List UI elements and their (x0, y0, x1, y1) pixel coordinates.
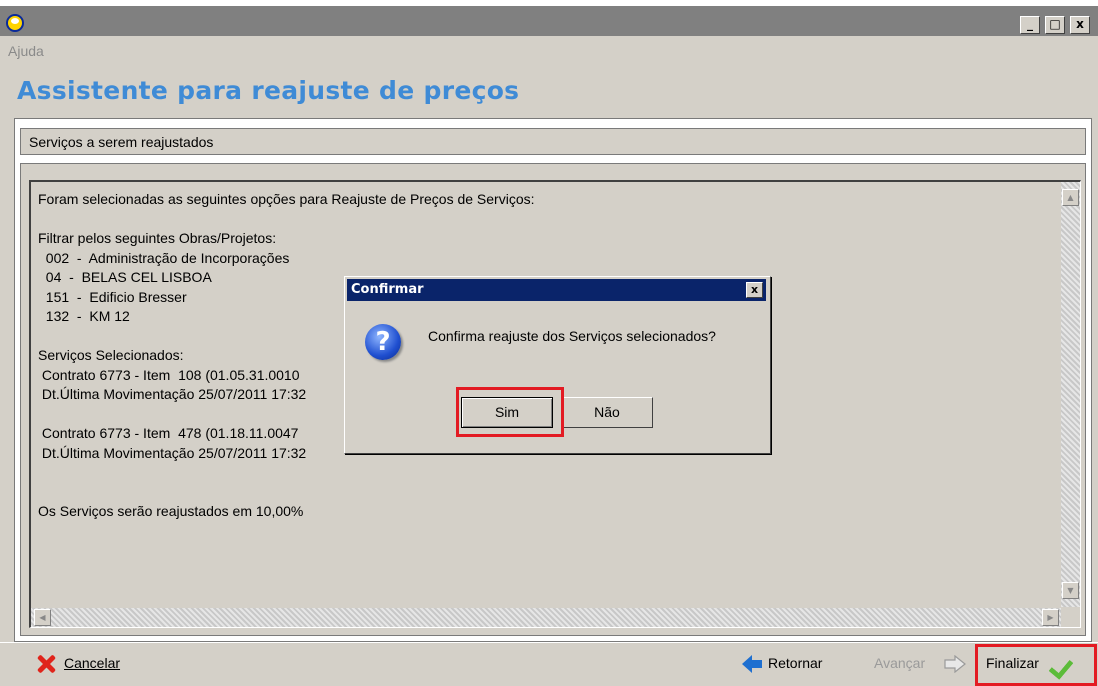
back-button[interactable]: Retornar (768, 655, 822, 671)
question-icon: ? (365, 324, 401, 360)
dialog-message: Confirma reajuste dos Serviços seleciona… (428, 328, 716, 344)
scroll-left-arrow-icon[interactable]: ◀ (34, 609, 51, 626)
footer-bar: Cancelar Retornar Avançar Finalizar (0, 642, 1098, 686)
maximize-button[interactable]: □ (1045, 16, 1065, 34)
close-button[interactable]: x (1070, 16, 1090, 34)
section-header-label: Serviços a serem reajustados (29, 134, 214, 150)
next-arrow-icon (944, 655, 966, 673)
summary-line (38, 483, 535, 503)
horizontal-scrollbar[interactable]: ◀ ▶ (31, 608, 1061, 627)
app-icon[interactable] (6, 14, 24, 32)
summary-line (38, 210, 535, 230)
finish-highlight (975, 644, 1097, 686)
summary-line: Filtrar pelos seguintes Obras/Projetos: (38, 230, 277, 246)
cancel-x-icon[interactable] (36, 653, 56, 673)
title-bar[interactable]: _ □ x (0, 6, 1098, 36)
back-arrow-icon[interactable] (742, 655, 762, 673)
summary-line: Foram selecionadas as seguintes opções p… (38, 191, 535, 207)
no-button[interactable]: Não (561, 397, 653, 428)
section-header: Serviços a serem reajustados (20, 128, 1086, 155)
next-button[interactable]: Avançar (874, 655, 925, 671)
cancel-button[interactable]: Cancelar (64, 655, 120, 671)
scroll-down-arrow-icon[interactable]: ▼ (1062, 582, 1079, 599)
summary-line: 002 - Administração de Incorporações (38, 249, 290, 266)
page-title: Assistente para reajuste de preços (17, 76, 520, 105)
menu-bar: Ajuda (0, 36, 1098, 64)
dialog-close-button[interactable]: x (746, 282, 763, 298)
cancel-label: Cancelar (64, 655, 121, 671)
menu-help[interactable]: Ajuda (8, 43, 44, 59)
yes-highlight (456, 387, 564, 437)
summary-line (38, 463, 535, 483)
dialog-title-bar[interactable]: Confirmar x (347, 279, 766, 301)
vertical-scrollbar[interactable]: ▲ ▼ (1061, 182, 1080, 607)
scroll-up-arrow-icon[interactable]: ▲ (1062, 189, 1079, 206)
summary-line: Os Serviços serão reajustados em 10,00% (38, 503, 304, 519)
scroll-right-arrow-icon[interactable]: ▶ (1042, 609, 1059, 626)
app-window: _ □ x Ajuda Assistente para reajuste de … (0, 0, 1098, 686)
dialog-title: Confirmar (351, 282, 424, 297)
minimize-button[interactable]: _ (1020, 16, 1040, 34)
